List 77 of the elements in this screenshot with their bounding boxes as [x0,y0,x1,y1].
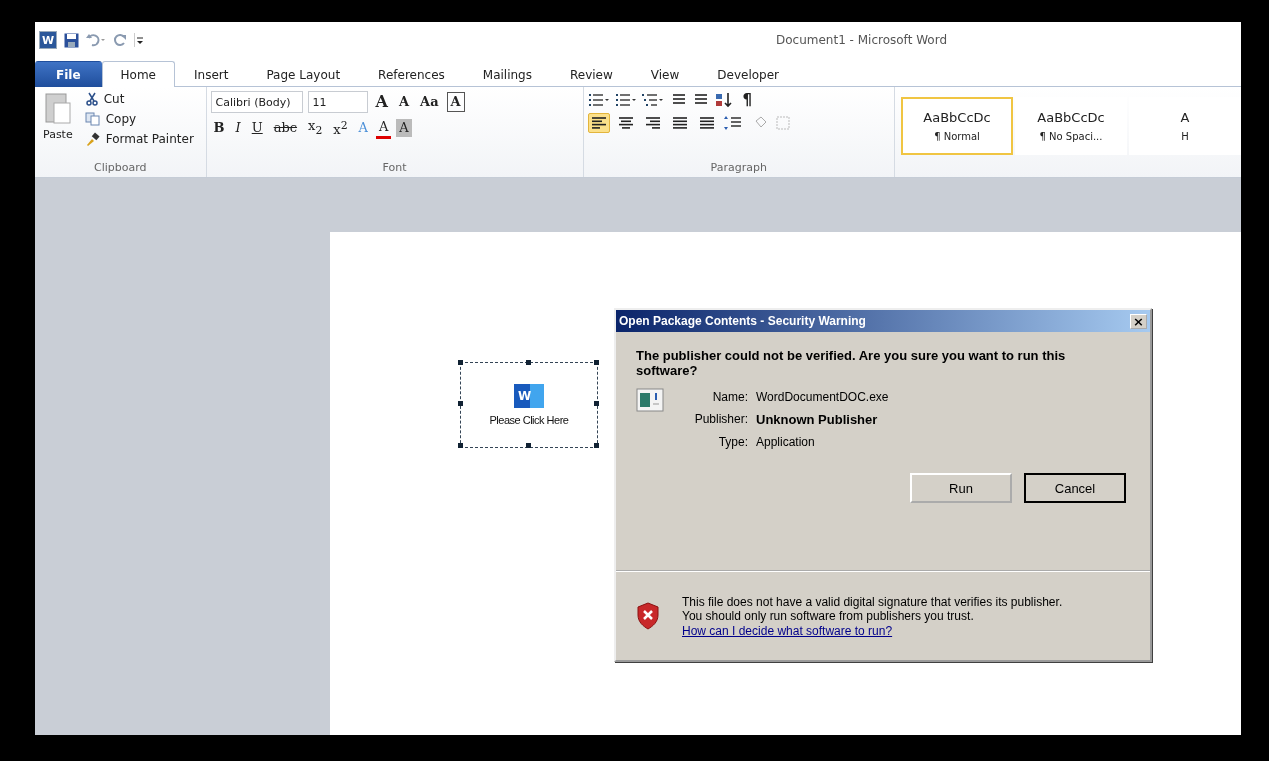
embedded-object[interactable]: W Please Click Here [460,362,598,448]
bullet-list-icon[interactable] [587,92,610,108]
field-value: Unknown Publisher [756,412,879,427]
group-label: Paragraph [709,161,768,176]
align-right-icon [644,116,661,130]
numbered-list-icon[interactable] [614,92,637,108]
font-name-field[interactable]: Calibri (Body) [210,91,303,113]
ribbon-tab[interactable]: Home [101,61,175,87]
show-marks-button[interactable]: ¶ [738,91,757,109]
resize-handle[interactable] [458,360,463,365]
undo-icon[interactable] [86,33,106,47]
save-icon[interactable] [64,32,79,48]
field-value: Application [756,435,816,449]
warning-text: This file does not have a valid digital signature that verifies its publisher. You should only run software from publishers you trust. [682,594,1064,623]
case-font-button[interactable]: Aa [417,93,442,111]
dialog-button[interactable]: Run [910,473,1012,503]
app-logo[interactable]: W [39,31,57,49]
align-justify-icon [671,116,688,130]
document-icon: W [514,384,544,408]
font-size-field[interactable]: 11 [307,91,368,113]
font-format-button[interactable]: U [248,119,266,138]
font-format-button[interactable]: abc [270,119,301,138]
paintbrush-icon [84,132,101,146]
ribbon-tab[interactable]: Page Layout [247,61,360,87]
dialog-button[interactable]: Cancel [1024,473,1126,503]
scissors-icon [84,92,99,106]
window-title: Document1 - Microsoft Word [774,33,948,47]
copy-button[interactable]: Copy [82,111,196,127]
painter-button[interactable]: Format Painter [82,131,196,147]
align-distribute-icon [698,116,715,130]
sort-icon[interactable] [713,92,734,108]
file-tab[interactable]: File [35,61,102,87]
program-icon [636,388,664,412]
resize-handle[interactable] [594,401,599,406]
redo-icon[interactable] [113,33,127,47]
style-tile[interactable]: AaBbCcDc ¶ Normal [901,97,1013,155]
ribbon-tab[interactable]: View [631,61,699,87]
font-format-button[interactable]: A [396,119,412,138]
dialog-question: The publisher could not be verified. Are you sure you want to run this software? [636,348,1067,378]
resize-handle[interactable] [594,443,599,448]
group-label: Font [381,161,408,176]
cut-button[interactable]: Cut [82,91,196,107]
align-left-icon [590,116,607,130]
help-link[interactable]: How can I decide what software to run? [682,623,1082,638]
font-format-button[interactable]: A [375,117,392,139]
resize-handle[interactable] [458,443,463,448]
font-format-button[interactable]: I [232,119,244,138]
boxed-font-button[interactable]: A [446,92,465,112]
ribbon-tab[interactable]: Mailings [463,61,551,87]
font-format-button[interactable]: x$^{2}$ [330,117,351,140]
font-format-button[interactable]: B [210,119,228,138]
ribbon-tab[interactable]: Developer [698,61,798,87]
resize-handle[interactable] [526,360,531,365]
align-button[interactable] [587,113,610,133]
copy-icon [84,112,101,126]
field-label: Type: [717,435,748,449]
field-label: Publisher: [693,412,748,427]
font-format-button[interactable]: x$_{2}$ [305,117,326,140]
resize-handle[interactable] [526,443,531,448]
ribbon-tab[interactable]: Insert [175,61,248,87]
multilevel-list-icon[interactable] [641,92,664,108]
shrink-font-button[interactable]: A [396,93,413,111]
resize-handle[interactable] [594,360,599,365]
clipboard-icon [43,91,72,125]
close-button[interactable]: × [1130,313,1147,329]
ribbon-tab[interactable]: Review [550,61,632,87]
ribbon-tab[interactable]: References [359,61,464,87]
dialog-title: Open Package Contents - Security Warning [619,314,866,328]
field-label: Name: [711,390,748,404]
resize-handle[interactable] [458,401,463,406]
paste-button[interactable]: Paste [39,91,77,161]
field-value: WordDocumentDOC.exe [756,390,889,404]
group-label: Clipboard [93,161,148,176]
customize-caret-icon[interactable] [134,33,144,47]
align-center-icon [617,116,634,130]
grow-font-button[interactable]: A [372,93,391,111]
shield-x-icon [636,602,660,630]
